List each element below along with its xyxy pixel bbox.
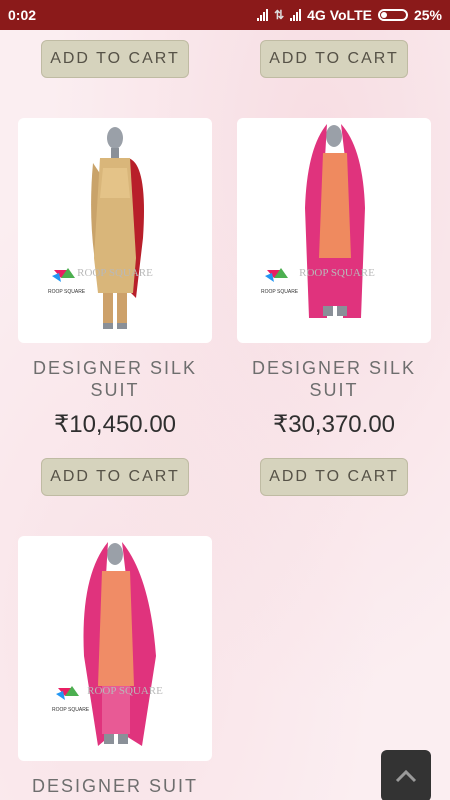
- signal-icon: [257, 9, 269, 21]
- product-image[interactable]: ROOP SQUARE ROOP SQUARE: [237, 118, 431, 343]
- suit-image-beige: ROOP SQUARE ROOP SQUARE: [48, 127, 153, 329]
- network-type: 4G VoLTE: [307, 7, 372, 23]
- product-price: ₹10,450.00: [53, 411, 177, 438]
- chevron-up-icon: [395, 769, 417, 783]
- svg-text:ROOP SQUARE: ROOP SQUARE: [261, 289, 299, 295]
- battery-percent: 25%: [413, 7, 442, 23]
- brand-logo: ROOP SQUARE: [261, 268, 299, 295]
- product-title[interactable]: DESIGNER SUIT: [15, 775, 215, 797]
- battery-icon: [377, 9, 408, 21]
- product-price: ₹30,370.00: [272, 411, 396, 438]
- add-to-cart-button[interactable]: ADD TO CART: [41, 458, 189, 496]
- status-bar: 0:02 ⇅ 4G VoLTE 25%: [0, 0, 450, 30]
- product-image[interactable]: ROOP SQUARE ROOP SQUARE: [18, 536, 212, 761]
- product-grid: ADD TO CART ADD TO CART ROOP SQUARE ROOP…: [0, 30, 450, 800]
- add-to-cart-button[interactable]: ADD TO CART: [41, 40, 189, 78]
- product-title[interactable]: DESIGNER SILK SUIT: [234, 357, 434, 401]
- suit-image-pink: ROOP SQUARE ROOP SQUARE: [261, 124, 375, 318]
- watermark-text: ROOP SQUARE: [299, 267, 375, 279]
- product-title[interactable]: DESIGNER SILK SUIT: [15, 357, 215, 401]
- status-time: 0:02: [8, 7, 37, 23]
- scroll-to-top-button[interactable]: [381, 750, 431, 800]
- svg-text:ROOP SQUARE: ROOP SQUARE: [52, 707, 90, 713]
- add-to-cart-button[interactable]: ADD TO CART: [260, 458, 408, 496]
- suit-image-pink-2: ROOP SQUARE ROOP SQUARE: [52, 542, 163, 746]
- data-arrows-icon: ⇅: [274, 8, 285, 22]
- product-image[interactable]: ROOP SQUARE ROOP SQUARE: [18, 118, 212, 343]
- svg-text:ROOP SQUARE: ROOP SQUARE: [48, 289, 86, 295]
- watermark-text: ROOP SQUARE: [77, 267, 153, 279]
- signal-icon-2: [290, 9, 302, 21]
- status-indicators: ⇅ 4G VoLTE 25%: [257, 7, 442, 23]
- watermark-text: ROOP SQUARE: [87, 685, 163, 697]
- brand-logo: ROOP SQUARE: [52, 686, 90, 713]
- add-to-cart-button[interactable]: ADD TO CART: [260, 40, 408, 78]
